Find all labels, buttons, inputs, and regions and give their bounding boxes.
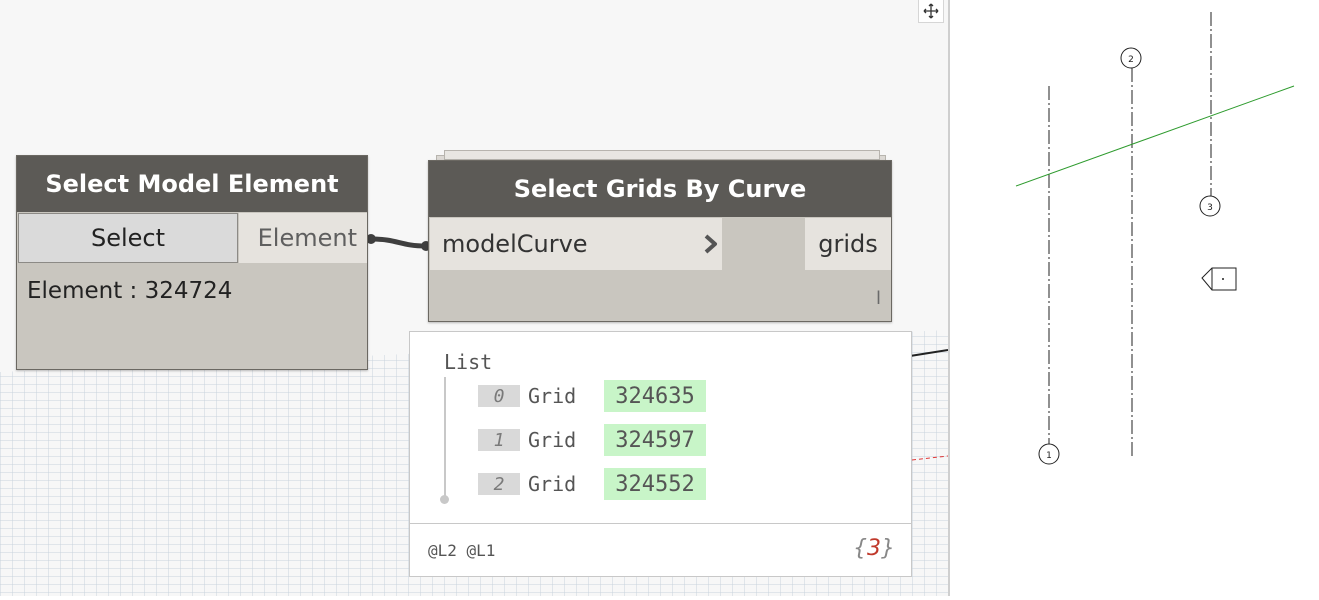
list-item-value[interactable]: 324597 [604,424,706,456]
select-model-element-node[interactable]: Select Model Element Select Element Elem… [16,155,368,370]
list-header: List [444,350,493,374]
list-index: 0 [478,385,520,407]
list-item[interactable]: 1 Grid 324597 [478,424,706,456]
node-stack-shadow [444,150,880,160]
output-port-element[interactable]: Element [239,213,367,263]
select-grids-by-curve-node[interactable]: Select Grids By Curve modelCurve grids l [428,160,892,322]
list-item-type: Grid [528,384,577,408]
chevron-right-icon[interactable] [701,233,721,255]
count-brace-open: { [853,536,867,561]
revit-plan-view[interactable]: 1 2 3 [950,0,1319,596]
tree-line [444,377,446,499]
list-index: 1 [478,429,520,451]
list-item-type: Grid [528,472,577,496]
node-title[interactable]: Select Grids By Curve [429,161,891,217]
elevation-marker-icon [1201,267,1237,291]
watch-preview-bubble[interactable]: List 0 Grid 324635 1 Grid 324597 2 Grid … [409,331,912,577]
list-item-value[interactable]: 324552 [604,468,706,500]
list-index: 2 [478,473,520,495]
grid-bubble-label: 3 [1207,203,1213,213]
list-item-value[interactable]: 324635 [604,380,706,412]
select-button[interactable]: Select [18,213,238,263]
dynamo-canvas[interactable]: Select Model Element Select Element Elem… [0,0,948,596]
tree-node-dot [440,495,449,504]
node-title[interactable]: Select Model Element [17,156,367,212]
lacing-indicator[interactable]: l [876,288,881,309]
watch-footer: @L2 @L1 {3} [410,523,911,578]
list-item-type: Grid [528,428,577,452]
item-count: 3 [867,536,881,561]
list-item[interactable]: 2 Grid 324552 [478,468,706,500]
output-port-grids[interactable]: grids [805,218,891,270]
node-preview-text: Element : 324724 [27,278,233,304]
list-levels-label[interactable]: @L2 @L1 [428,541,495,560]
input-port-modelcurve[interactable]: modelCurve [430,218,722,270]
grid-bubble-label: 1 [1046,451,1052,461]
list-item[interactable]: 0 Grid 324635 [478,380,706,412]
count-brace-close: } [881,536,895,561]
plan-drawing: 1 2 3 [1015,12,1295,465]
grid-bubble-label: 2 [1128,55,1134,65]
item-count-label: {3} [853,536,895,561]
model-curve [1015,85,1295,187]
